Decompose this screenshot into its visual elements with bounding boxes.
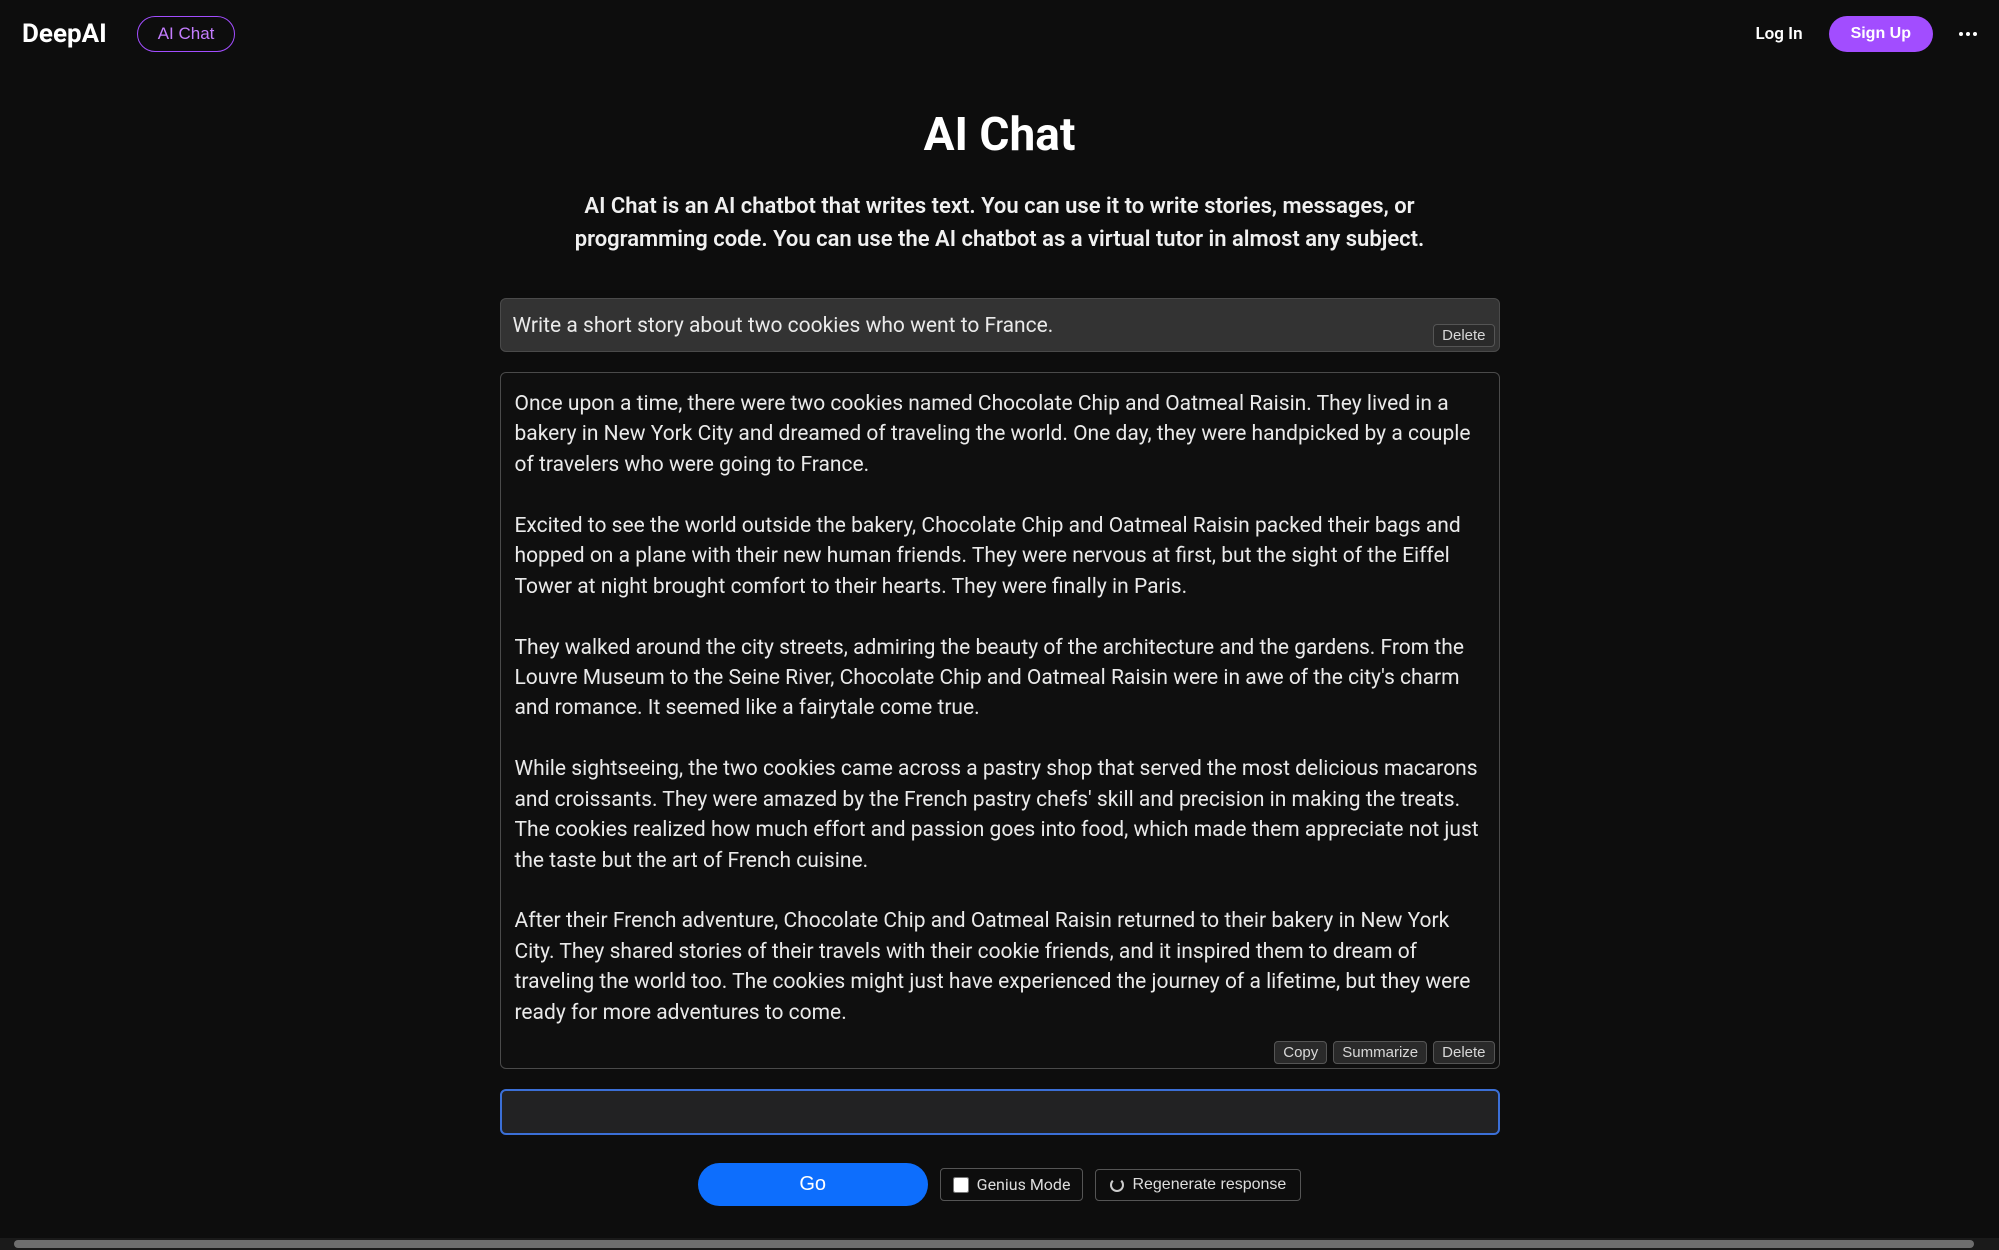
- page-description: AI Chat is an AI chatbot that writes tex…: [500, 190, 1500, 256]
- login-link[interactable]: Log In: [1755, 24, 1802, 44]
- summarize-button[interactable]: Summarize: [1333, 1041, 1427, 1064]
- prompt-block: Write a short story about two cookies wh…: [500, 298, 1500, 352]
- nav-ai-chat-button[interactable]: AI Chat: [137, 16, 236, 52]
- delete-prompt-button[interactable]: Delete: [1433, 324, 1494, 347]
- response-actions: Copy Summarize Delete: [1274, 1041, 1494, 1064]
- prompt-text: Write a short story about two cookies wh…: [513, 311, 1487, 341]
- genius-mode-label: Genius Mode: [977, 1175, 1071, 1194]
- bottom-controls: Go Genius Mode Regenerate response: [500, 1163, 1500, 1206]
- main-content: AI Chat AI Chat is an AI chatbot that wr…: [500, 68, 1500, 1206]
- chat-input[interactable]: [500, 1089, 1500, 1135]
- go-button[interactable]: Go: [698, 1163, 928, 1206]
- response-text: Once upon a time, there were two cookies…: [515, 389, 1485, 1028]
- refresh-icon: [1110, 1178, 1124, 1192]
- response-block: Once upon a time, there were two cookies…: [500, 372, 1500, 1069]
- signup-button[interactable]: Sign Up: [1829, 16, 1933, 52]
- prompt-actions: Delete: [1433, 324, 1494, 347]
- delete-response-button[interactable]: Delete: [1433, 1041, 1494, 1064]
- more-icon[interactable]: [1959, 32, 1977, 36]
- page-title: AI Chat: [500, 108, 1500, 162]
- horizontal-scrollbar[interactable]: [0, 1238, 1999, 1250]
- header: DeepAI AI Chat Log In Sign Up: [0, 0, 1999, 68]
- copy-button[interactable]: Copy: [1274, 1041, 1327, 1064]
- logo[interactable]: DeepAI: [22, 19, 107, 49]
- genius-mode-toggle[interactable]: Genius Mode: [940, 1168, 1084, 1201]
- input-row: [500, 1089, 1500, 1135]
- regenerate-button[interactable]: Regenerate response: [1095, 1169, 1301, 1201]
- scrollbar-thumb[interactable]: [14, 1240, 1974, 1248]
- header-right: Log In Sign Up: [1755, 16, 1977, 52]
- genius-mode-checkbox[interactable]: [953, 1177, 969, 1193]
- regenerate-label: Regenerate response: [1132, 1176, 1286, 1194]
